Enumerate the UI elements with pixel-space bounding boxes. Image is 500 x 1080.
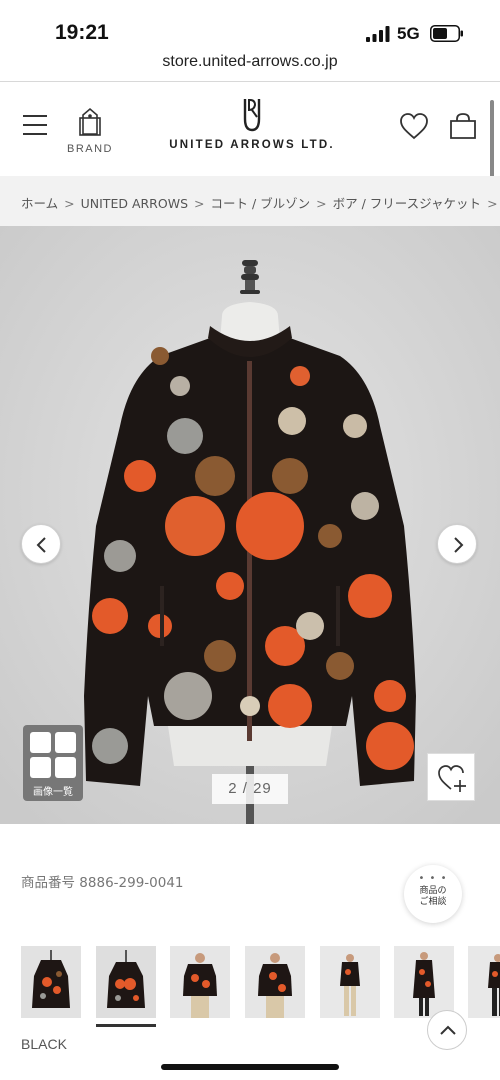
brand-tag-icon [79, 107, 101, 136]
image-list-label: 画像一覧 [33, 787, 73, 798]
breadcrumb-separator: > [64, 196, 75, 211]
breadcrumb-separator: > [487, 196, 498, 211]
consult-button[interactable]: • • • 商品の ご相談 [404, 865, 462, 923]
menu-icon [23, 115, 47, 135]
chevron-up-icon [440, 1025, 456, 1035]
image-list-button[interactable]: 画像一覧 [23, 725, 83, 801]
image-counter-text: 2 / 29 [228, 780, 272, 797]
color-name: BLACK [21, 1036, 67, 1052]
grid-icon [30, 732, 51, 753]
site-header: BRAND UNITED ARROWS LTD. [0, 83, 500, 175]
network-type: 5G [397, 24, 420, 43]
battery-icon [430, 25, 463, 42]
heart-icon [400, 113, 428, 140]
chevron-right-icon [454, 537, 464, 553]
breadcrumb-separator: > [316, 196, 327, 211]
image-counter: 2 / 29 [212, 774, 288, 804]
thumbnail-image [96, 946, 156, 1018]
breadcrumb-brand[interactable]: UNITED ARROWS [81, 196, 188, 211]
home-indicator[interactable] [161, 1064, 339, 1070]
logo-wordmark: UNITED ARROWS LTD. [169, 139, 335, 151]
brand-button[interactable]: BRAND [64, 107, 116, 163]
more-dots-icon: • • • [418, 873, 448, 884]
thumbnail-strip[interactable] [0, 946, 500, 1028]
thumbnail-3[interactable] [170, 946, 230, 1018]
url-text: store.united-arrows.co.jp [162, 53, 338, 70]
hamburger-menu-button[interactable] [22, 113, 50, 137]
consult-label-line1: 商品の [419, 886, 447, 896]
thumbnail-6[interactable] [394, 946, 454, 1018]
previous-image-button[interactable] [21, 524, 61, 564]
shopping-bag-icon [450, 113, 476, 139]
thumbnail-image [21, 946, 81, 1018]
consult-label-line2: ご相談 [419, 897, 447, 907]
grid-icon-cell [30, 757, 51, 778]
add-to-favorites-button[interactable] [427, 753, 475, 801]
thumbnail-2-selected[interactable] [96, 946, 156, 1018]
thumbnail-image [170, 946, 230, 1018]
product-image-gallery[interactable]: 画像一覧 2 / 29 [0, 226, 500, 824]
cart-button[interactable] [448, 111, 478, 141]
thumbnail-image [320, 946, 380, 1018]
breadcrumb-subcategory[interactable]: ボア / フリースジャケット [333, 196, 481, 211]
grid-icon-cell [55, 732, 76, 753]
heart-plus-icon [438, 765, 466, 792]
brand-label: BRAND [66, 143, 113, 155]
grid-icon-cell [55, 757, 76, 778]
url-bar[interactable]: store.united-arrows.co.jp [0, 48, 500, 82]
product-code-label: 商品番号 [21, 875, 75, 891]
breadcrumb-separator: > [194, 196, 205, 211]
product-code: 商品番号 8886-299-0041 [21, 871, 184, 891]
thumbnail-7[interactable] [468, 946, 500, 1018]
status-bar: 19:21 5G [0, 0, 500, 48]
united-arrows-logo[interactable]: UNITED ARROWS LTD. [162, 97, 342, 161]
thumbnail-5[interactable] [320, 946, 380, 1018]
status-time: 19:21 [55, 21, 109, 44]
chevron-left-icon [36, 537, 46, 553]
selected-thumbnail-indicator [96, 1024, 156, 1027]
breadcrumb-category[interactable]: コート / ブルゾン [210, 196, 310, 211]
signal-icon [366, 26, 390, 42]
favorites-button[interactable] [398, 111, 430, 141]
product-code-value: 8886-299-0041 [79, 875, 184, 891]
next-image-button[interactable] [437, 524, 477, 564]
thumbnail-1[interactable] [21, 946, 81, 1018]
thumbnail-image [245, 946, 305, 1018]
logo-mark-icon [243, 99, 261, 132]
thumbnail-image [394, 946, 454, 1018]
thumbnail-image [468, 946, 500, 1018]
thumbnail-4[interactable] [245, 946, 305, 1018]
breadcrumb: ホーム > UNITED ARROWS > コート / ブルゾン > ボア / フリースジャ… [0, 176, 500, 226]
scroll-to-top-button[interactable] [427, 1010, 467, 1050]
breadcrumb-home[interactable]: ホーム [21, 196, 58, 211]
